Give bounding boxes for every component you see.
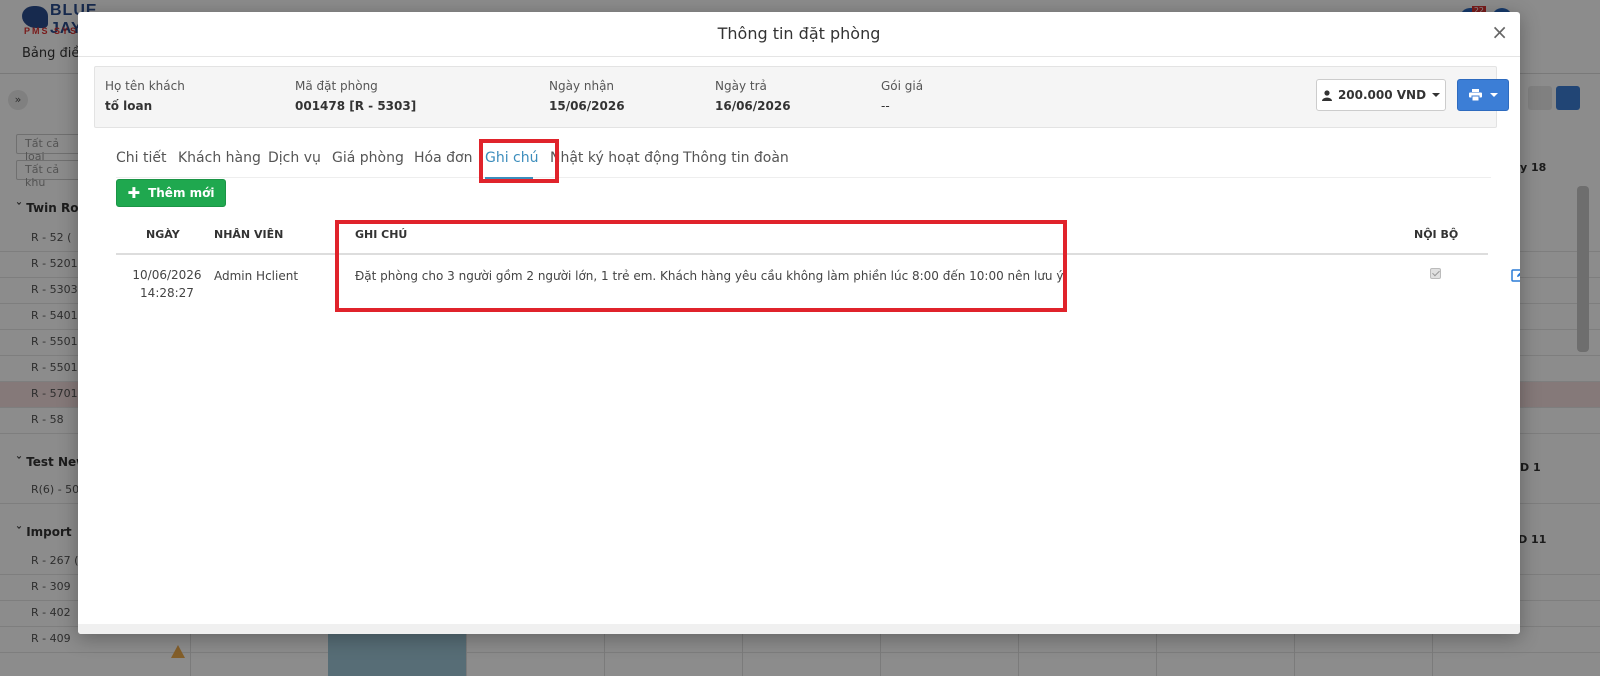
column-staff: NHÂN VIÊN	[214, 228, 284, 241]
note-datetime: 10/06/2026 14:28:27	[126, 266, 208, 302]
user-icon	[1321, 89, 1332, 101]
booking-summary: Họ tên khách tố loan Mã đặt phòng 001478…	[94, 66, 1509, 128]
tab-notes[interactable]: Ghi chú	[485, 150, 539, 166]
print-icon	[1468, 89, 1482, 101]
column-internal: NỘI BỘ	[1414, 228, 1459, 241]
checkin-label: Ngày nhận	[549, 79, 615, 93]
tab-room-rates[interactable]: Giá phòng	[332, 150, 404, 166]
price-dropdown-button[interactable]: 200.000 VND	[1316, 79, 1446, 111]
notes-table-header: NGÀY NHÂN VIÊN GHI CHÚ NỘI BỘ	[116, 220, 1488, 255]
checkout-value: 16/06/2026	[715, 99, 791, 113]
edit-icon[interactable]	[1511, 267, 1520, 283]
guest-name-label: Họ tên khách	[105, 79, 185, 93]
chevron-down-icon	[1489, 93, 1498, 97]
package-value: --	[881, 99, 890, 113]
modal-header: Thông tin đặt phòng ×	[78, 12, 1520, 57]
column-date: NGÀY	[146, 228, 180, 241]
active-tab-indicator	[485, 177, 533, 179]
package-field: Gói giá --	[881, 79, 923, 113]
add-note-button[interactable]: ✚ Thêm mới	[116, 179, 226, 207]
column-note: GHI CHÚ	[355, 228, 408, 241]
note-text: Đặt phòng cho 3 người gồm 2 người lớn, 1…	[355, 269, 1066, 283]
note-time: 14:28:27	[140, 286, 194, 300]
modal-title: Thông tin đặt phòng	[717, 24, 881, 43]
close-icon[interactable]: ×	[1491, 21, 1508, 43]
tab-services[interactable]: Dịch vụ	[268, 150, 321, 166]
guest-name-value: tố loan	[105, 99, 153, 113]
checkin-field: Ngày nhận 15/06/2026	[549, 79, 625, 113]
tab-invoices[interactable]: Hóa đơn	[414, 150, 472, 166]
checkin-value: 15/06/2026	[549, 99, 625, 113]
note-date: 10/06/2026	[132, 268, 202, 282]
booking-code-value: 001478 [R - 5303]	[295, 99, 417, 113]
booking-tabs: Chi tiết Khách hàng Dịch vụ Giá phòng Hó…	[116, 132, 1491, 179]
price-value: 200.000 VND	[1337, 88, 1427, 102]
tab-details[interactable]: Chi tiết	[116, 150, 166, 166]
add-note-label: Thêm mới	[148, 186, 215, 200]
table-row: 10/06/2026 14:28:27 Admin Hclient Đặt ph…	[116, 256, 1520, 308]
internal-checkbox[interactable]	[1430, 268, 1441, 279]
package-label: Gói giá	[881, 79, 924, 93]
plus-icon: ✚	[127, 183, 141, 202]
checkout-field: Ngày trả 16/06/2026	[715, 79, 791, 113]
tab-group-info[interactable]: Thông tin đoàn	[683, 150, 789, 166]
booking-code-field: Mã đặt phòng 001478 [R - 5303]	[295, 79, 416, 113]
booking-code-label: Mã đặt phòng	[295, 79, 378, 93]
modal-footer	[78, 624, 1520, 634]
note-staff: Admin Hclient	[214, 269, 299, 283]
booking-info-modal: Thông tin đặt phòng × Họ tên khách tố lo…	[78, 12, 1520, 634]
guest-name-field: Họ tên khách tố loan	[105, 79, 185, 113]
checkout-label: Ngày trả	[715, 79, 767, 93]
tab-activity-log[interactable]: Nhật ký hoạt động	[550, 150, 679, 166]
chevron-down-icon	[1432, 93, 1441, 97]
print-dropdown-button[interactable]	[1457, 79, 1509, 111]
tab-customers[interactable]: Khách hàng	[178, 150, 261, 166]
